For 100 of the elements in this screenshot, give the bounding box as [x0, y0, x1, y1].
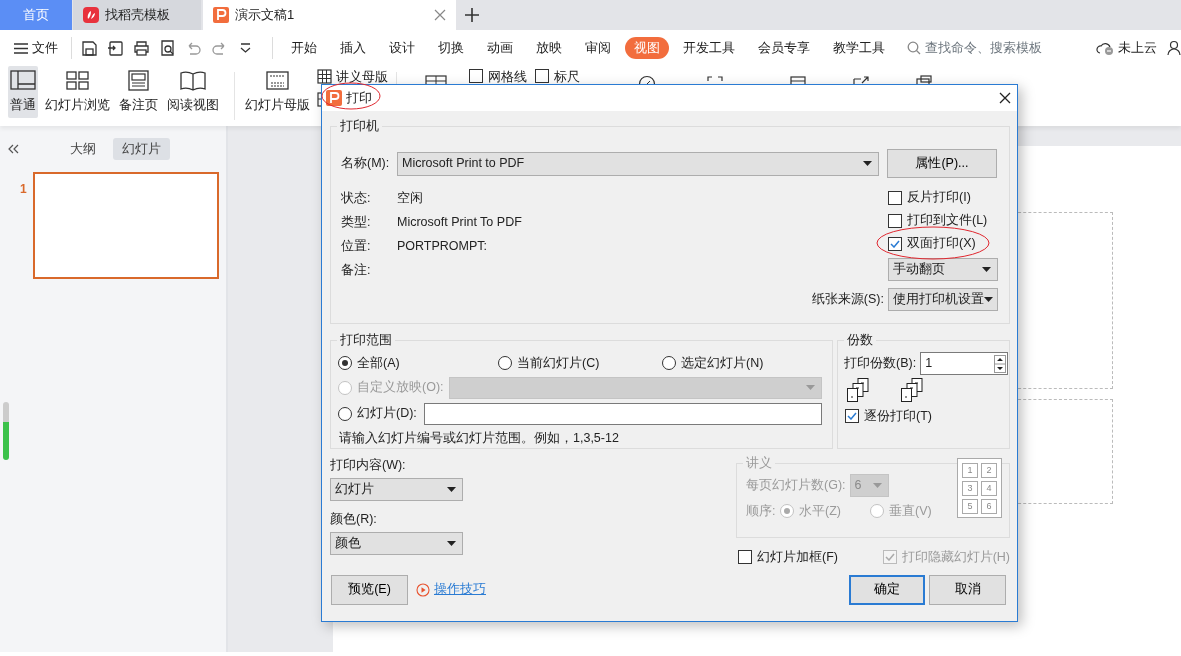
view-button[interactable]: 幻灯片母版 — [243, 66, 312, 118]
print-content-dropdown[interactable]: 幻灯片 — [330, 477, 463, 501]
master-slide-icon — [264, 70, 291, 91]
checkbox[interactable] — [888, 190, 902, 205]
view-button[interactable]: 备注页 — [117, 66, 160, 118]
print-icon[interactable] — [133, 39, 150, 57]
file-menu[interactable]: 文件 — [14, 38, 58, 58]
copies-spinner[interactable]: 1 — [920, 352, 1009, 375]
menu-tab[interactable]: 审阅 — [576, 37, 620, 59]
tab[interactable]: 找稻壳模板 — [73, 0, 201, 30]
new-tab-icon[interactable] — [465, 8, 479, 22]
view-button[interactable]: 幻灯片浏览 — [43, 66, 112, 118]
caret-icon — [982, 267, 991, 272]
menu-tab[interactable]: 开发工具 — [674, 37, 744, 59]
search-icon — [907, 41, 921, 55]
view-button[interactable]: 阅读视图 — [165, 66, 221, 118]
spin-arrows-icon — [994, 354, 1007, 373]
radio-label: 全部(A) — [357, 355, 400, 372]
view-button[interactable]: 普通 — [8, 66, 38, 118]
info-label: 状态: — [341, 189, 372, 207]
checkbox-label: 逐份打印(T) — [864, 408, 932, 425]
printer-dropdown[interactable]: Microsoft Print to PDF — [397, 151, 879, 176]
panel-tab[interactable]: 幻灯片 — [113, 138, 170, 160]
add-user-icon[interactable] — [1167, 40, 1181, 56]
radio-label: 自定义放映(O): — [357, 379, 444, 397]
checkbox-label: 标尺 — [554, 69, 580, 83]
collapse-icon[interactable] — [7, 143, 19, 154]
presentation-file-icon — [213, 7, 229, 23]
dialog-title: 打印 — [346, 89, 372, 107]
ok-button[interactable]: 确定 — [849, 574, 925, 605]
slide-range-input[interactable] — [424, 402, 822, 425]
checkbox[interactable] — [738, 550, 752, 565]
checkbox[interactable] — [888, 213, 902, 228]
grid-view-icon — [64, 70, 91, 91]
export-icon[interactable] — [107, 39, 124, 57]
play-icon — [416, 582, 430, 597]
paper-source-dropdown[interactable]: 使用打印机设置 — [888, 288, 998, 311]
book-icon — [180, 70, 206, 91]
tips-link[interactable]: 操作技巧 — [416, 580, 486, 600]
panel-tab[interactable]: 大纲 — [61, 138, 105, 160]
level-indicator — [3, 402, 9, 460]
leaf-logo-icon — [83, 7, 99, 23]
radio-button[interactable] — [338, 356, 352, 371]
properties-button[interactable]: 属性(P)... — [887, 149, 997, 178]
radio-button[interactable] — [338, 406, 352, 421]
close-icon[interactable] — [999, 92, 1011, 104]
tab[interactable]: 演示文稿1 — [203, 0, 456, 30]
checkbox[interactable] — [888, 236, 902, 251]
print-preview-icon[interactable] — [159, 39, 176, 57]
checkbox-label: 打印隐藏幻灯片(H) — [901, 549, 1010, 566]
save-icon[interactable] — [81, 39, 98, 57]
menu-tab[interactable]: 会员专享 — [749, 37, 819, 59]
field-label: 纸张来源(S): — [811, 291, 884, 309]
checkbox[interactable] — [535, 69, 549, 83]
field-label: 每页幻灯片数(G): — [746, 477, 846, 495]
radio-label: 垂直(V) — [889, 503, 932, 520]
info-label: 类型: — [341, 213, 372, 231]
radio-button[interactable] — [662, 356, 676, 371]
radio-label: 水平(Z) — [799, 503, 841, 520]
caret-icon — [806, 385, 815, 391]
checkbox[interactable] — [845, 409, 859, 424]
info-label: 备注: — [341, 261, 372, 279]
slide-thumbnail[interactable] — [33, 171, 219, 279]
group-title: 讲义 — [745, 456, 773, 470]
handout-master-button[interactable]: 讲义母版 — [317, 69, 388, 84]
field-label: 顺序: — [746, 503, 777, 520]
radio-label: 选定幻灯片(N) — [681, 355, 764, 372]
menu-tab[interactable]: 动画 — [478, 37, 522, 59]
group-title: 打印范围 — [339, 333, 393, 347]
preview-button[interactable]: 预览(E) — [331, 574, 408, 605]
info-value: 空闲 — [397, 189, 423, 207]
layout-cell-number: 1 — [962, 463, 978, 478]
cloud-status-button[interactable]: 未上云 — [1096, 38, 1157, 58]
layout-cell-number: 3 — [962, 481, 978, 496]
info-value: Microsoft Print To PDF — [397, 213, 522, 231]
checkbox-label: 网格线 — [488, 69, 527, 83]
cancel-button[interactable]: 取消 — [929, 574, 1006, 605]
menu-tab[interactable]: 开始 — [282, 37, 326, 59]
field-label: 颜色(R): — [330, 510, 378, 528]
hint-text: 请输入幻灯片编号或幻灯片范围。例如，1,3,5-12 — [338, 429, 620, 447]
radio-button[interactable] — [498, 356, 512, 371]
cloud-icon — [1096, 41, 1114, 55]
duplex-dropdown[interactable]: 手动翻页 — [888, 258, 998, 281]
info-label: 位置: — [341, 237, 372, 255]
grid-icon — [317, 69, 332, 84]
checkbox-label: 幻灯片加框(F) — [757, 549, 838, 566]
menu-tab[interactable]: 教学工具 — [824, 37, 894, 59]
search-field[interactable]: 查找命令、搜索模板 — [907, 38, 1042, 58]
radio-label: 当前幻灯片(C) — [517, 355, 600, 372]
menu-tab[interactable]: 切换 — [429, 37, 473, 59]
color-dropdown[interactable]: 颜色 — [330, 531, 463, 555]
checkbox-label: 双面打印(X) — [907, 235, 976, 253]
checkbox[interactable] — [469, 69, 483, 83]
field-label: 名称(M): — [341, 155, 391, 173]
menu-tab[interactable]: 放映 — [527, 37, 571, 59]
menu-tab[interactable]: 插入 — [331, 37, 375, 59]
menu-tab[interactable]: 设计 — [380, 37, 424, 59]
collated-pages-icon — [847, 378, 869, 402]
checkbox-label: 打印到文件(L) — [907, 212, 988, 230]
caret-icon — [984, 297, 993, 302]
